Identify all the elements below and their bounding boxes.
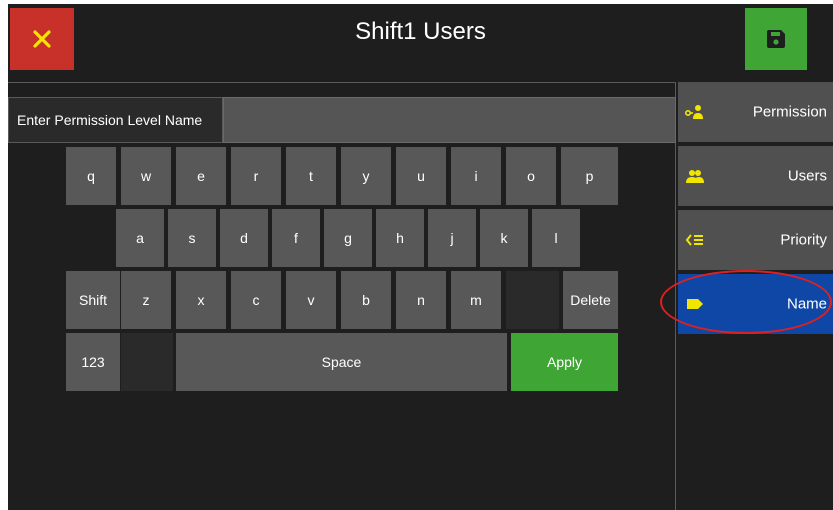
name-tag-icon — [687, 299, 703, 309]
sidebar-item-label: Name — [786, 295, 827, 313]
key-x[interactable]: x — [176, 271, 226, 329]
sidebar: Permission Users Priority Name — [678, 82, 833, 510]
sidebar-item-label: Priority — [780, 231, 827, 249]
key-s[interactable]: s — [168, 209, 216, 267]
title-bar: Shift1 Users — [8, 4, 833, 82]
sidebar-item-priority[interactable]: Priority — [678, 210, 833, 270]
keyboard-panel: Enter Permission Level Name q w e r t y … — [8, 82, 676, 510]
shift-key[interactable]: Shift — [66, 271, 120, 329]
sidebar-item-label: Permission — [752, 103, 827, 121]
app-screen: Shift1 Users Enter Permission Level Name… — [8, 4, 833, 510]
key-p[interactable]: p — [561, 147, 618, 205]
key-d[interactable]: d — [220, 209, 268, 267]
delete-key[interactable]: Delete — [563, 271, 618, 329]
key-c[interactable]: c — [231, 271, 281, 329]
page-title: Shift1 Users — [355, 18, 486, 45]
sidebar-item-permission[interactable]: Permission — [678, 82, 833, 142]
key-v[interactable]: v — [286, 271, 336, 329]
numbers-key[interactable]: 123 — [66, 333, 120, 391]
save-icon — [767, 30, 785, 48]
key-t[interactable]: t — [286, 147, 336, 205]
blank-key — [121, 333, 173, 391]
users-icon — [686, 170, 704, 183]
key-y[interactable]: y — [341, 147, 391, 205]
key-j[interactable]: j — [428, 209, 476, 267]
key-q[interactable]: q — [66, 147, 116, 205]
key-o[interactable]: o — [506, 147, 556, 205]
apply-button[interactable]: Apply — [511, 333, 618, 391]
space-key[interactable]: Space — [176, 333, 507, 391]
key-m[interactable]: m — [451, 271, 501, 329]
key-u[interactable]: u — [396, 147, 446, 205]
sidebar-item-users[interactable]: Users — [678, 146, 833, 206]
permission-name-row: Enter Permission Level Name — [8, 97, 676, 143]
key-n[interactable]: n — [396, 271, 446, 329]
key-k[interactable]: k — [480, 209, 528, 267]
permission-name-label: Enter Permission Level Name — [8, 97, 223, 143]
save-button[interactable] — [745, 8, 807, 70]
key-g[interactable]: g — [324, 209, 372, 267]
key-r[interactable]: r — [231, 147, 281, 205]
key-z[interactable]: z — [121, 271, 171, 329]
permission-icon — [684, 105, 703, 119]
key-e[interactable]: e — [176, 147, 226, 205]
key-h[interactable]: h — [376, 209, 424, 267]
key-f[interactable]: f — [272, 209, 320, 267]
priority-icon — [685, 234, 703, 246]
key-b[interactable]: b — [341, 271, 391, 329]
permission-name-input[interactable] — [223, 97, 676, 143]
key-l[interactable]: l — [532, 209, 580, 267]
key-w[interactable]: w — [121, 147, 171, 205]
sidebar-item-name[interactable]: Name — [678, 274, 833, 334]
blank-key — [506, 271, 559, 329]
key-a[interactable]: a — [116, 209, 164, 267]
sidebar-item-label: Users — [787, 167, 827, 185]
key-i[interactable]: i — [451, 147, 501, 205]
